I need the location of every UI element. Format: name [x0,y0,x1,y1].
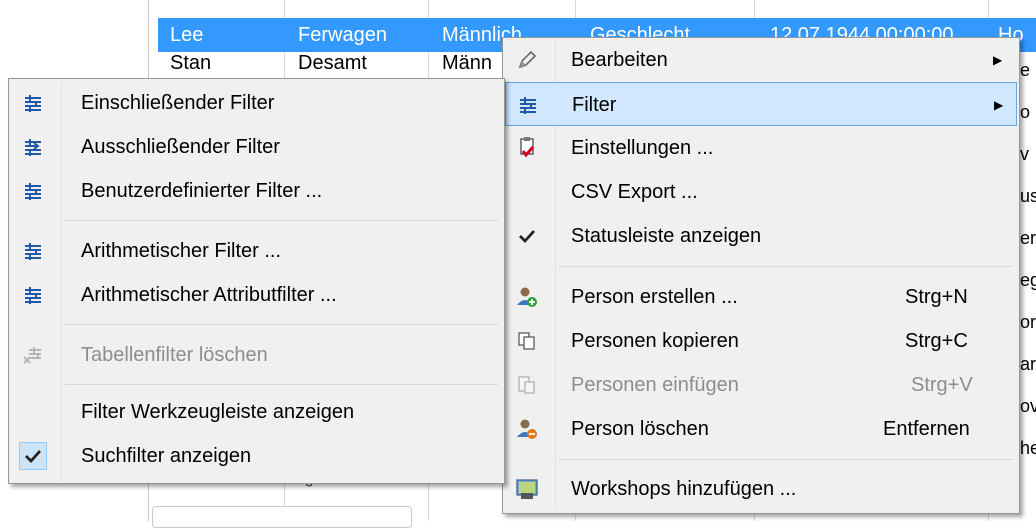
menu-item-benutzerdefinierter-filter[interactable]: Benutzerdefinierter Filter ... [11,169,502,213]
menu-item-person-erstellen[interactable]: Person erstellen ... Strg+N [505,275,1017,319]
menu-separator [65,324,498,325]
table-cell-fragment: eg [1020,270,1036,290]
menu-item-label: Filter [572,94,617,116]
paste-icon [511,369,543,401]
table-cell-fragment: he [1020,438,1036,458]
filter-arithmetic-icon [17,235,49,267]
table-cell: Männ [442,52,493,74]
table-cell: Stan [170,52,212,74]
menu-item-label: Person löschen [571,418,709,440]
menu-item-label: Einstellungen ... [571,137,714,159]
menu-separator [559,459,1013,460]
menu-item-einstellungen[interactable]: Einstellungen ... [505,126,1017,170]
menu-item-personen-einfuegen[interactable]: Personen einfügen Strg+V [505,363,1017,407]
menu-item-arithmetischer-attributfilter[interactable]: Arithmetischer Attributfilter ... [11,273,502,317]
menu-item-statusleiste[interactable]: Statusleiste anzeigen [505,214,1017,258]
menu-item-suchfilter[interactable]: Suchfilter anzeigen [11,434,502,478]
menu-item-label: Tabellenfilter löschen [81,344,268,366]
menu-item-label: Benutzerdefinierter Filter ... [81,180,323,202]
menu-item-bearbeiten[interactable]: Bearbeiten ▶ [505,38,1017,82]
table-cell-fragment: us [1020,186,1036,206]
table-cell-fragment: o [1020,102,1031,122]
menu-item-ausschliessender-filter[interactable]: Ausschließender Filter [11,125,502,169]
checkmark-icon [511,220,543,252]
menu-separator [65,220,498,221]
filter-icon [512,89,544,121]
table-cell-fragment: or [1020,312,1036,332]
menu-item-person-loeschen[interactable]: Person löschen Entfernen [505,407,1017,451]
menu-item-label: Arithmetischer Filter ... [81,240,282,262]
table-cell-fragment: er [1020,228,1036,248]
menu-item-label: Einschließender Filter [81,92,275,114]
filter-exclude-icon [17,131,49,163]
menu-item-personen-kopieren[interactable]: Personen kopieren Strg+C [505,319,1017,363]
table-cell-fragment: e [1020,60,1031,80]
table-cell: Desamt [298,52,367,74]
filter-clear-icon [17,339,49,371]
person-remove-icon [511,413,543,445]
menu-item-label: Arithmetischer Attributfilter ... [81,284,337,306]
shortcut-label: Entfernen [883,418,970,440]
menu-item-label: Suchfilter anzeigen [81,445,252,467]
settings-clipboard-icon [511,132,543,164]
menu-item-label: Statusleiste anzeigen [571,225,762,247]
menu-item-label: Workshops hinzufügen ... [571,478,797,500]
menu-item-label: Personen einfügen [571,374,739,396]
workshop-icon [511,473,543,505]
menu-item-label: Filter Werkzeugleiste anzeigen [81,401,355,423]
menu-item-tabellenfilter-loeschen[interactable]: Tabellenfilter löschen [11,333,502,377]
filter-attribute-icon [17,279,49,311]
menu-item-label: Person erstellen ... [571,286,738,308]
menu-item-label: Ausschließender Filter [81,136,280,158]
copy-icon [511,325,543,357]
filter-include-icon [17,87,49,119]
menu-item-einschliessender-filter[interactable]: Einschließender Filter [11,81,502,125]
menu-item-filter-werkzeugleiste[interactable]: Filter Werkzeugleiste anzeigen [11,390,502,434]
menu-separator [559,266,1013,267]
context-menu: Bearbeiten ▶ Filter ▶ Einstellungen ... … [502,37,1020,514]
table-cell-fragment: v [1020,144,1029,164]
pencil-icon [511,44,543,76]
menu-item-csv-export[interactable]: CSV Export ... [505,170,1017,214]
menu-item-label: CSV Export ... [571,181,698,203]
checkmark-icon [17,440,49,472]
search-filter-input[interactable] [152,506,412,528]
menu-item-filter[interactable]: Filter ▶ [505,82,1017,126]
shortcut-label: Strg+N [905,286,968,308]
filter-submenu: Einschließender Filter Ausschließender F… [8,78,505,484]
shortcut-label: Strg+V [911,374,973,396]
menu-item-label: Personen kopieren [571,330,739,352]
menu-item-arithmetischer-filter[interactable]: Arithmetischer Filter ... [11,229,502,273]
table-cell-fragment: ar [1020,354,1036,374]
menu-item-label: Bearbeiten [571,49,668,71]
submenu-arrow-icon: ▶ [993,53,1003,67]
menu-separator [65,384,498,385]
person-add-icon [511,281,543,313]
table-cell-fragment: ov [1020,396,1036,416]
menu-item-workshops[interactable]: Workshops hinzufügen ... [505,467,1017,511]
submenu-arrow-icon: ▶ [994,98,1004,112]
shortcut-label: Strg+C [905,330,968,352]
filter-custom-icon [17,175,49,207]
